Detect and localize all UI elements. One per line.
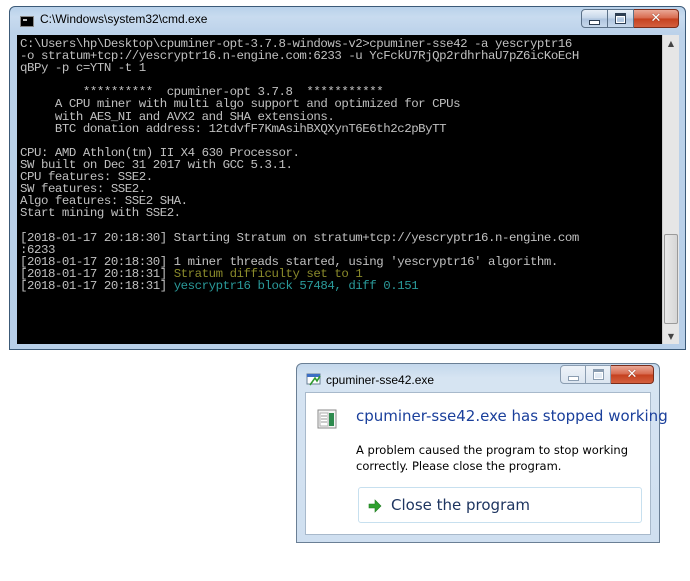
- cmd-window-controls: ✕: [581, 9, 679, 28]
- app-window-icon: [306, 373, 321, 386]
- console-line: qBPy -p c=YTN -t 1: [20, 62, 662, 74]
- scroll-down-arrow-icon[interactable]: ▼: [663, 328, 679, 344]
- console-line-text: [2018-01-17 20:18:30] Starting Stratum o…: [20, 230, 579, 245]
- scrollbar-thumb[interactable]: [664, 234, 678, 324]
- close-icon: ✕: [650, 11, 662, 26]
- maximize-button[interactable]: [608, 9, 634, 28]
- console-line: [2018-01-17 20:18:30] Starting Stratum o…: [20, 230, 662, 245]
- dialog-description: A problem caused the program to stop wor…: [356, 443, 629, 473]
- console-line-text: BTC donation address: 12tdvfF7KmAsihBXQX…: [20, 121, 447, 136]
- dialog-close-button[interactable]: ✕: [611, 365, 654, 384]
- close-program-command-link[interactable]: Close the program: [358, 487, 642, 523]
- cmd-title: C:\Windows\system32\cmd.exe: [40, 12, 208, 26]
- minimize-icon: [567, 375, 579, 381]
- close-button[interactable]: ✕: [634, 9, 679, 28]
- error-dialog: cpuminer-sse42.exe ✕ cpuminer-sse42.exe …: [296, 363, 668, 543]
- console-icon: [20, 16, 34, 27]
- console-line-text: yescryptr16 block 57484, diff 0.151: [173, 278, 419, 293]
- dialog-title: cpuminer-sse42.exe: [326, 373, 435, 387]
- dialog-minimize-button: [560, 365, 586, 384]
- console-line: [2018-01-17 20:18:31] yescryptr16 block …: [20, 280, 662, 292]
- close-program-label: Close the program: [391, 496, 531, 514]
- console-line: Start mining with SSE2.: [20, 207, 662, 219]
- console-line: BTC donation address: 12tdvfF7KmAsihBXQX…: [20, 121, 662, 136]
- minimize-icon: [589, 19, 600, 25]
- maximize-icon: [615, 13, 626, 24]
- minimize-button[interactable]: [581, 9, 608, 28]
- dialog-maximize-button: [586, 365, 611, 384]
- scroll-up-arrow-icon[interactable]: ▲: [663, 35, 679, 51]
- maximize-icon: [592, 369, 604, 380]
- console-line-text: qBPy -p c=YTN -t 1: [20, 61, 146, 76]
- console-output[interactable]: C:\Users\hp\Desktop\cpuminer-opt-3.7.8-w…: [17, 35, 662, 344]
- cmd-titlebar[interactable]: C:\Windows\system32\cmd.exe ✕: [10, 7, 685, 34]
- close-icon: ✕: [626, 367, 638, 382]
- program-icon: [317, 409, 337, 429]
- console-text: C:\Users\hp\Desktop\cpuminer-opt-3.7.8-w…: [17, 35, 662, 292]
- console-line-text: Start mining with SSE2.: [20, 206, 181, 221]
- dialog-window-controls: ✕: [560, 365, 654, 384]
- green-arrow-icon: [368, 499, 382, 513]
- console-line-timestamp: [2018-01-17 20:18:31]: [20, 278, 174, 293]
- vertical-scrollbar[interactable]: ▲ ▼: [662, 35, 679, 344]
- cmd-window: C:\Windows\system32\cmd.exe ✕ C:\Users\h…: [9, 6, 686, 350]
- dialog-body: cpuminer-sse42.exe has stopped working A…: [305, 392, 668, 535]
- dialog-main-instruction: cpuminer-sse42.exe has stopped working: [356, 407, 668, 425]
